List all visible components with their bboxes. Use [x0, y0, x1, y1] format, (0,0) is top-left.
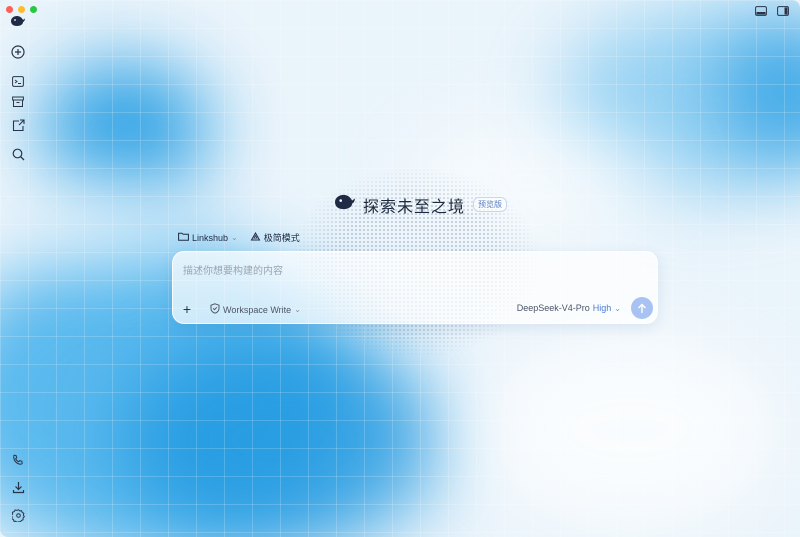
hero-heading: 探索未至之境 预览版 — [333, 192, 508, 217]
shield-icon — [210, 303, 220, 316]
chevron-down-icon: ⌄ — [231, 233, 238, 242]
permission-label: Workspace Write — [223, 304, 292, 315]
prompt-composer: + Workspace Write ⌄ DeepSeek-V4-Pro High… — [172, 251, 658, 324]
preview-badge: 预览版 — [473, 197, 508, 212]
workspace-label: Linkshub — [192, 232, 229, 243]
permission-picker[interactable]: Workspace Write ⌄ — [210, 303, 301, 316]
archive-icon[interactable] — [9, 93, 27, 111]
share-icon[interactable] — [9, 116, 27, 134]
context-pickers: Linkshub ⌄ 极简模式 — [178, 231, 300, 244]
terminal-icon[interactable] — [9, 72, 27, 90]
arrow-up-icon — [638, 303, 646, 313]
chevron-down-icon: ⌄ — [614, 303, 621, 313]
settings-icon[interactable] — [9, 506, 27, 524]
phone-icon[interactable] — [9, 451, 27, 469]
model-name: DeepSeek-V4-Pro — [516, 303, 590, 313]
send-button[interactable] — [631, 297, 653, 319]
download-icon[interactable] — [9, 478, 27, 496]
prompt-input[interactable] — [183, 262, 643, 280]
recycle-icon — [250, 231, 261, 244]
workspace-picker[interactable]: Linkshub ⌄ — [178, 232, 238, 243]
mode-picker[interactable]: 极简模式 — [250, 231, 300, 244]
mode-label: 极简模式 — [263, 233, 300, 243]
whale-logo-icon[interactable] — [9, 12, 27, 30]
panel-bottom-icon[interactable] — [754, 5, 768, 17]
new-chat-icon[interactable] — [9, 43, 27, 61]
model-level: High — [592, 303, 612, 313]
folder-icon — [178, 232, 189, 243]
whale-logo-icon — [333, 192, 357, 217]
search-icon[interactable] — [9, 145, 27, 163]
page-title: 探索未至之境 — [363, 198, 466, 216]
model-picker[interactable]: DeepSeek-V4-Pro High ⌄ — [517, 303, 621, 313]
sidebar — [0, 0, 36, 537]
chevron-down-icon: ⌄ — [294, 305, 301, 314]
panel-right-icon[interactable] — [776, 5, 790, 17]
add-attachment-button[interactable]: + — [178, 300, 196, 318]
window-actions — [754, 5, 790, 17]
